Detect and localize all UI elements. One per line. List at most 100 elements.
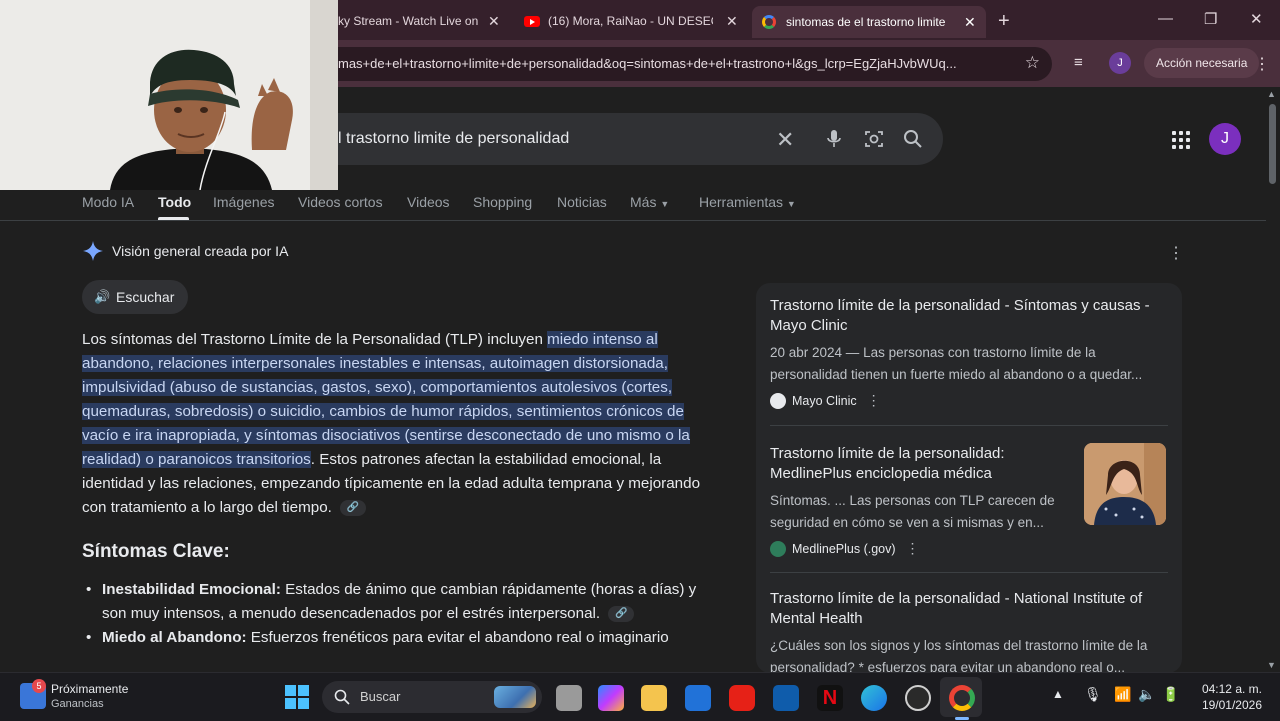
tab-imagenes[interactable]: Imágenes (213, 194, 274, 210)
ai-overview-menu-icon[interactable]: ⋮ (1168, 243, 1184, 263)
youtube-app-icon[interactable] (729, 685, 755, 711)
close-icon[interactable]: ✕ (964, 14, 976, 31)
notification-badge: 5 (32, 679, 46, 693)
tab-noticias[interactable]: Noticias (557, 194, 607, 210)
ai-overview-title: Visión general creada por IA (112, 243, 289, 259)
clock-time: 04:12 a. m. (1201, 682, 1262, 696)
speaker-icon: 🔊 (94, 289, 111, 304)
maximize-icon[interactable]: ❐ (1204, 10, 1217, 28)
outlook-new-icon[interactable] (685, 685, 711, 711)
tab-youtube[interactable]: (16) Mora, RaiNao - UN DESEO ✕ (524, 8, 744, 34)
source-title[interactable]: Trastorno límite de la personalidad - Sí… (770, 296, 1170, 336)
tab-todo[interactable]: Todo (158, 194, 191, 210)
tab-google-search[interactable]: sintomas de el trastorno limite ✕ (752, 6, 986, 38)
bookmark-star-icon[interactable]: ☆ (1025, 53, 1040, 73)
clock-date: 19/01/2026 (1201, 698, 1262, 712)
source-site[interactable]: MedlinePlus (.gov) ⋮ (770, 540, 1080, 557)
close-icon[interactable]: ✕ (726, 13, 738, 30)
copilot-icon[interactable] (598, 685, 624, 711)
tab-stream[interactable]: ky Stream - Watch Live on ✕ (330, 8, 510, 34)
widget-title[interactable]: Próximamente (51, 682, 128, 696)
ai-sparkle-icon (83, 241, 103, 261)
show-hidden-icons-icon[interactable]: ▲ (1052, 687, 1064, 701)
netflix-icon[interactable]: N (817, 685, 843, 711)
source-title[interactable]: Trastorno límite de la personalidad - Na… (770, 589, 1170, 629)
scrollbar-thumb[interactable] (1269, 104, 1276, 184)
account-avatar[interactable]: J (1209, 123, 1241, 155)
file-explorer-icon[interactable] (641, 685, 667, 711)
lens-camera-icon[interactable] (864, 129, 884, 149)
url-text[interactable]: mas+de+el+trastorno+limite+de+personalid… (338, 56, 1018, 71)
volume-icon[interactable]: 🔈 (1138, 686, 1155, 703)
link-icon[interactable]: 🔗 (608, 605, 635, 622)
tab-modo-ia[interactable]: Modo IA (82, 194, 134, 210)
source-card[interactable]: Trastorno límite de la personalidad: Med… (770, 444, 1080, 557)
browser-menu-icon[interactable]: ⋮ (1254, 54, 1270, 74)
link-icon[interactable]: 🔗 (340, 499, 367, 516)
listen-button[interactable]: 🔊 Escuchar (82, 280, 188, 314)
close-icon[interactable]: ✕ (488, 13, 500, 30)
windows-start-icon[interactable] (285, 685, 309, 709)
taskbar-search-placeholder: Buscar (360, 689, 401, 704)
new-tab-button[interactable]: + (998, 10, 1010, 33)
symptoms-list: Inestabilidad Emocional: Estados de ánim… (82, 578, 710, 650)
more-options-icon[interactable]: ⋮ (906, 540, 920, 557)
tab-videos[interactable]: Videos (407, 194, 450, 210)
clock[interactable]: 04:12 a. m. 19/01/2026 (1196, 681, 1262, 713)
medlineplus-icon (770, 540, 786, 557)
tab-videos-cortos[interactable]: Videos cortos (298, 194, 383, 210)
taskbar-search[interactable]: Buscar (322, 681, 542, 713)
tab-mas-label: Más (630, 194, 657, 210)
scroll-up-icon[interactable]: ▲ (1267, 89, 1276, 99)
tools-label: Herramientas (699, 194, 784, 210)
action-required-button[interactable]: Acción necesaria (1144, 48, 1260, 78)
tab-label: (16) Mora, RaiNao - UN DESEO (548, 14, 713, 28)
obs-icon[interactable] (905, 685, 931, 711)
widget-subtitle: Ganancias (51, 698, 104, 710)
youtube-icon (524, 15, 540, 27)
microphone-icon[interactable] (826, 129, 842, 149)
list-item: Miedo al Abandono: Esfuerzos frenéticos … (82, 626, 710, 650)
clear-search-icon[interactable]: ✕ (776, 127, 794, 153)
nav-divider (0, 220, 1266, 221)
list-item: Inestabilidad Emocional: Estados de ánim… (82, 578, 710, 626)
source-card[interactable]: Trastorno límite de la personalidad - Na… (770, 589, 1170, 673)
source-thumbnail[interactable] (1084, 443, 1166, 525)
tab-mas[interactable]: Más ▼ (630, 194, 669, 210)
battery-icon[interactable]: 🔋 (1162, 686, 1179, 703)
list-item-text: Esfuerzos frenéticos para evitar el aban… (246, 629, 669, 646)
source-site[interactable]: Mayo Clinic ⋮ (770, 392, 1170, 409)
scroll-down-icon[interactable]: ▼ (1267, 660, 1276, 670)
media-control-icon[interactable]: ≡ (1074, 54, 1083, 71)
overview-highlight: miedo intenso al abandono, relaciones in… (82, 331, 690, 468)
search-box[interactable]: l trastorno limite de personalidad ✕ (300, 113, 943, 165)
microphone-icon[interactable]: 🎙 (1084, 686, 1102, 703)
chrome-icon[interactable] (949, 685, 975, 711)
dropdown-arrow-icon: ▼ (786, 199, 796, 209)
tab-label: ky Stream - Watch Live on (338, 14, 478, 28)
search-highlight-icon (494, 686, 536, 708)
minimize-icon[interactable]: — (1158, 10, 1173, 27)
source-snippet: Síntomas. ... Las personas con TLP carec… (770, 493, 1055, 530)
tab-shopping[interactable]: Shopping (473, 194, 532, 210)
listen-label: Escuchar (116, 289, 175, 305)
profile-avatar[interactable]: J (1109, 52, 1131, 74)
list-item-term: Miedo al Abandono: (102, 629, 247, 646)
tools-button[interactable]: Herramientas ▼ (699, 194, 796, 210)
search-input[interactable]: l trastorno limite de personalidad (338, 130, 569, 148)
more-options-icon[interactable]: ⋮ (867, 392, 881, 409)
address-bar[interactable]: mas+de+el+trastorno+limite+de+personalid… (300, 47, 1052, 81)
google-apps-icon[interactable] (1172, 131, 1190, 149)
webcam-person-image (0, 0, 338, 190)
window-close-icon[interactable]: ✕ (1250, 10, 1263, 28)
source-site-name: Mayo Clinic (792, 393, 857, 408)
list-item-term: Inestabilidad Emocional: (102, 581, 281, 598)
wifi-icon[interactable]: 📶 (1114, 686, 1131, 703)
edge-icon[interactable] (861, 685, 887, 711)
outlook-icon[interactable] (773, 685, 799, 711)
source-title[interactable]: Trastorno límite de la personalidad: Med… (770, 444, 1080, 484)
source-card[interactable]: Trastorno límite de la personalidad - Sí… (770, 296, 1170, 409)
search-icon[interactable] (903, 129, 923, 149)
mayo-clinic-icon (770, 392, 786, 409)
task-view-icon[interactable] (556, 685, 582, 711)
